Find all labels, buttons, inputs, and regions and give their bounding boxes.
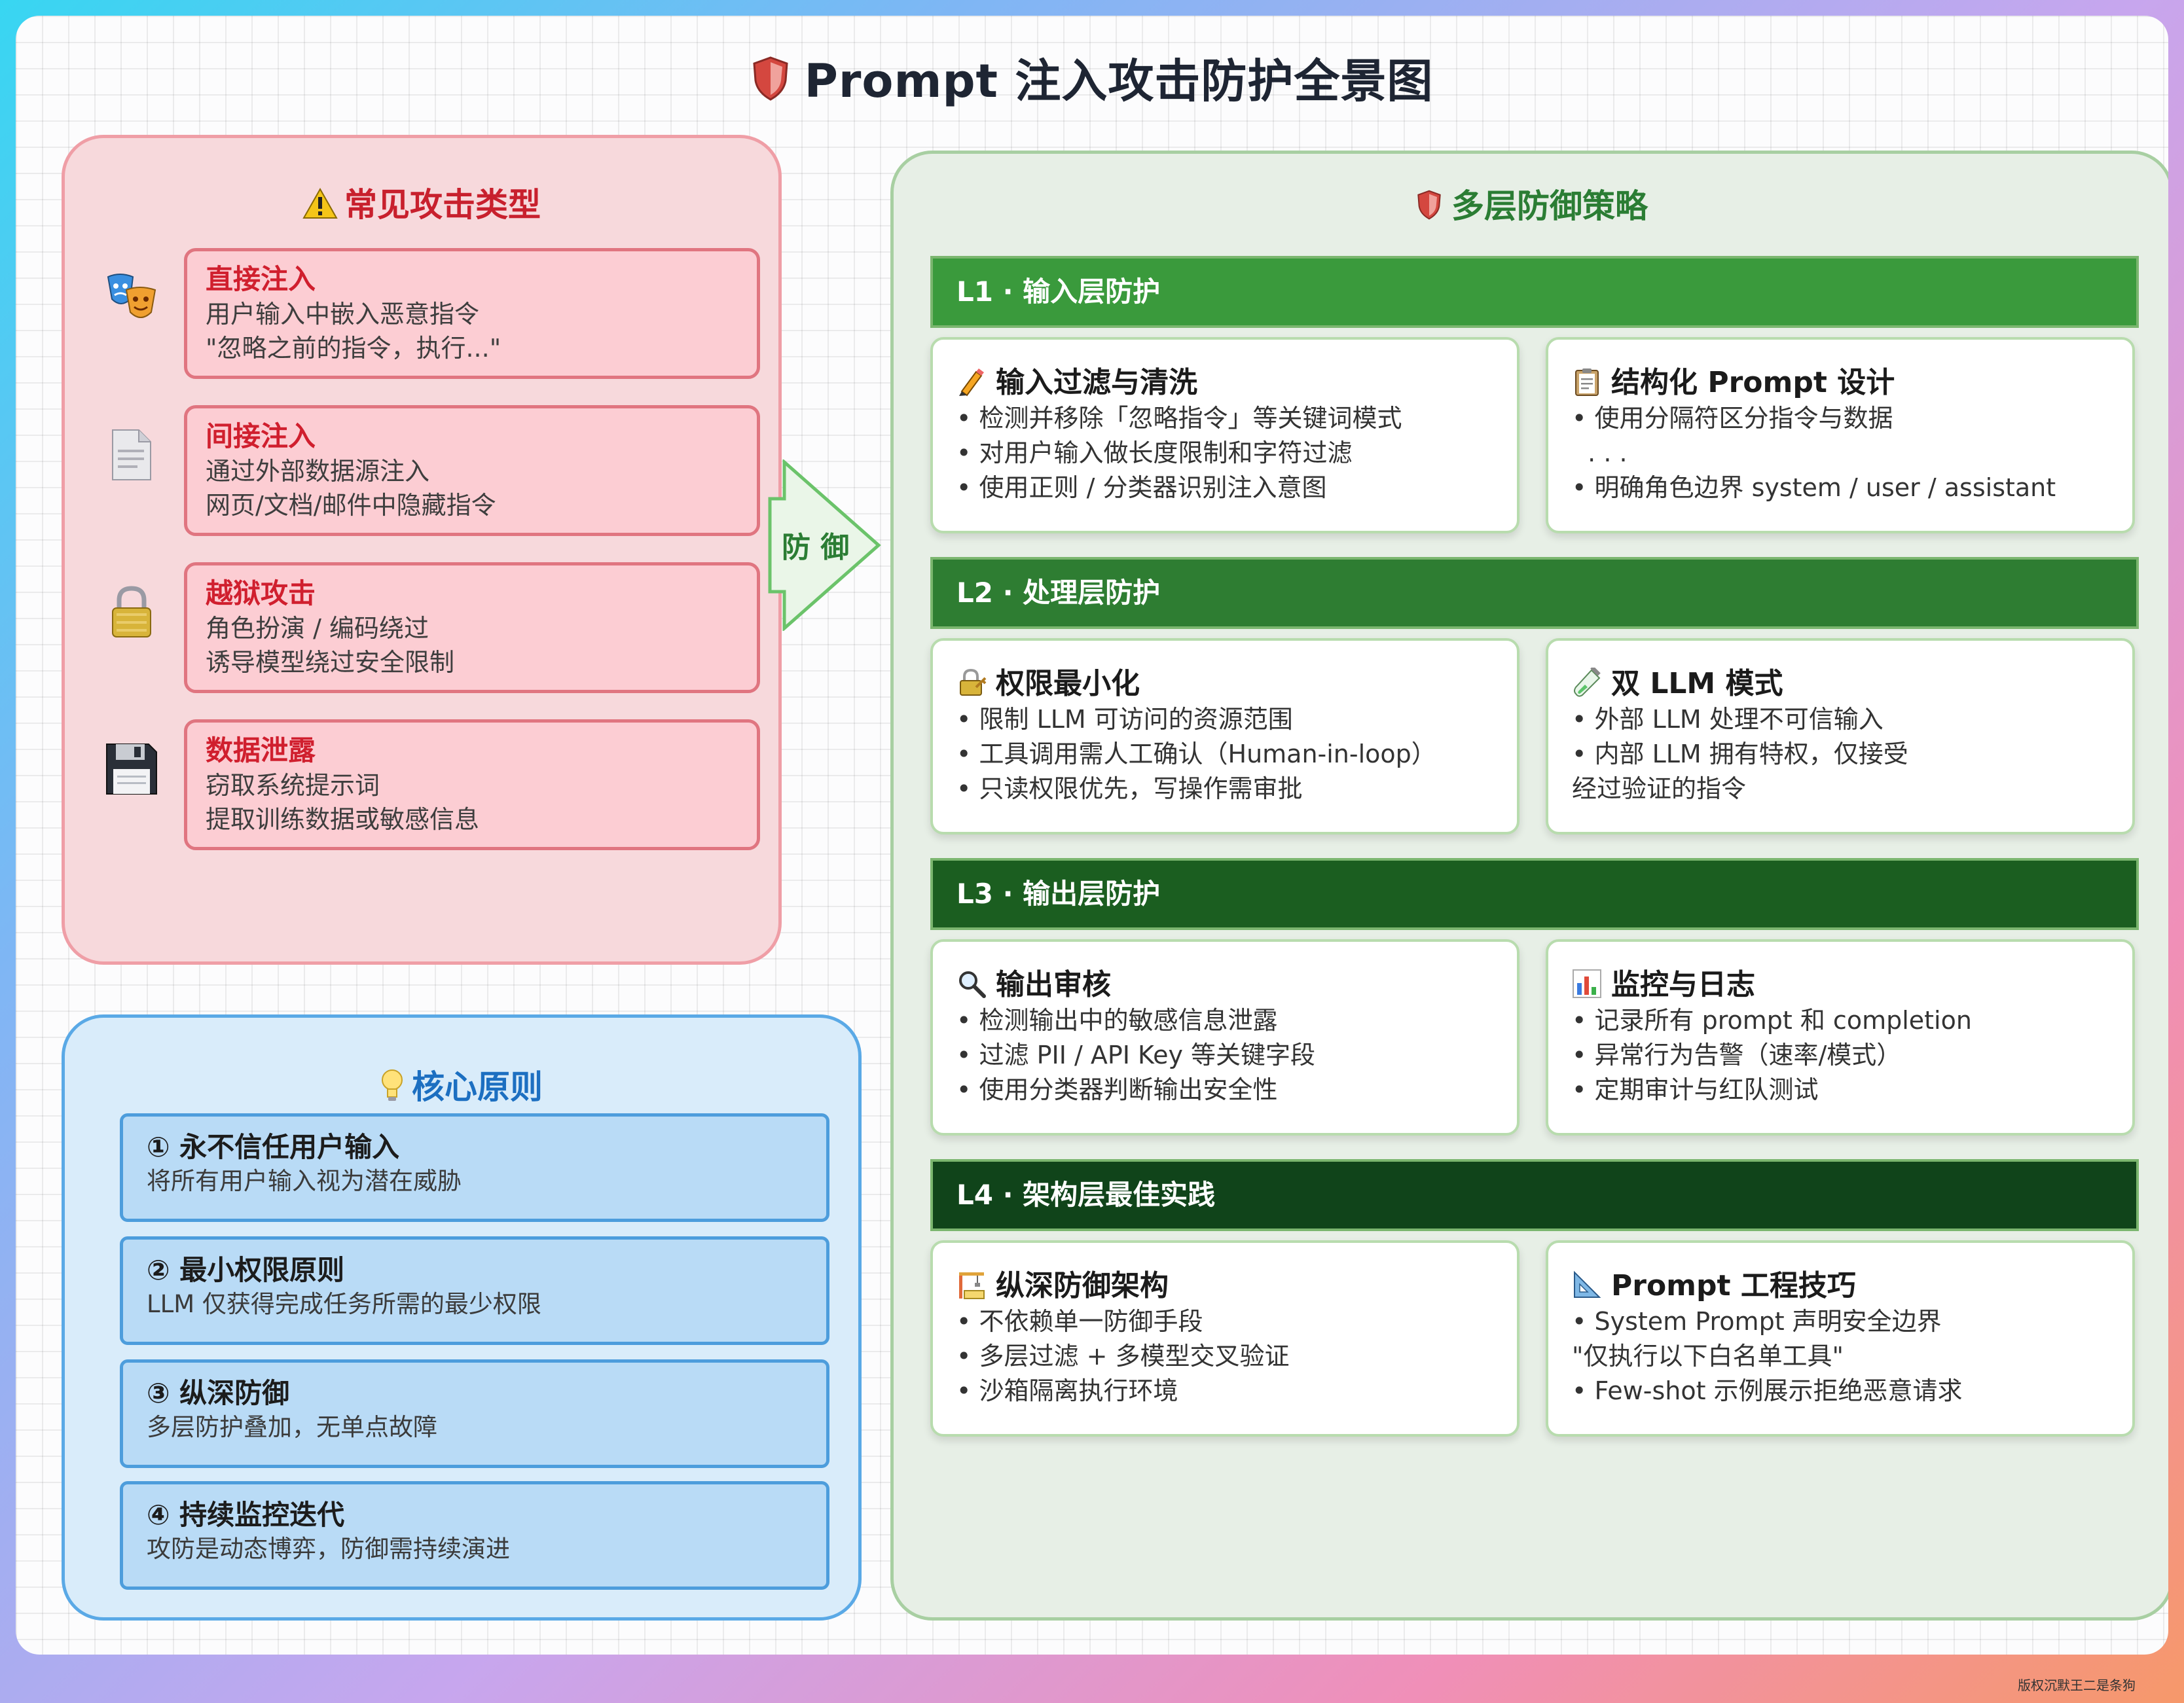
attack-card-data-leakage: 数据泄露 窃取系统提示词 提取训练数据或敏感信息 <box>184 719 760 850</box>
attack-types-title: 常见攻击类型 <box>65 179 778 227</box>
defense-card-title: Prompt 工程技巧 <box>1572 1268 2109 1304</box>
attack-title: 越狱攻击 <box>206 577 316 609</box>
clipboard-icon <box>1572 367 1602 397</box>
layer-header-l3: L3 · 输出层防护 <box>930 858 2139 930</box>
defense-card-title: 监控与日志 <box>1572 967 2109 1003</box>
core-principles-panel: 核心原则 ① 永不信任用户输入 将所有用户输入视为潜在威胁 ② 最小权限原则 L… <box>62 1014 862 1621</box>
principle-card-2: ② 最小权限原则 LLM 仅获得完成任务所需的最少权限 <box>120 1236 829 1345</box>
defense-card-prompt-engineering: Prompt 工程技巧 • System Prompt 声明安全边界 "仅执行以… <box>1546 1240 2135 1437</box>
principle-card-1: ① 永不信任用户输入 将所有用户输入视为潜在威胁 <box>120 1113 829 1222</box>
shield-icon <box>751 56 790 113</box>
defense-card-defense-in-depth: 纵深防御架构 • 不依赖单一防御手段 • 多层过滤 + 多模型交叉验证 • 沙箱… <box>930 1240 1520 1437</box>
attack-card-indirect-injection: 间接注入 通过外部数据源注入 网页/文档/邮件中隐藏指令 <box>184 405 760 536</box>
defense-card-title: 输入过滤与清洗 <box>956 365 1493 401</box>
attack-desc: 窃取系统提示词 <box>206 771 380 800</box>
warning-icon <box>302 187 338 227</box>
principle-title: ④ 持续监控迭代 <box>147 1499 345 1531</box>
pencil-icon <box>956 367 987 397</box>
construction-icon <box>956 1270 987 1300</box>
principle-title: ③ 纵深防御 <box>147 1377 290 1409</box>
page-title-text: Prompt 注入攻击防护全景图 <box>804 54 1434 108</box>
attack-desc: 网页/文档/邮件中隐藏指令 <box>206 491 496 520</box>
shield-icon <box>1416 189 1442 228</box>
attack-types-panel: 常见攻击类型 直接注入 用户输入中嵌入恶意指令 "忽略之前的指令，执行..." <box>62 135 782 965</box>
defense-strategy-title: 多层防御策略 <box>894 180 2168 228</box>
principle-card-4: ④ 持续监控迭代 攻防是动态博弈，防御需持续演进 <box>120 1481 829 1590</box>
principle-title: ① 永不信任用户输入 <box>147 1131 400 1163</box>
defense-card-least-privilege: 权限最小化 • 限制 LLM 可访问的资源范围 • 工具调用需人工确认（Huma… <box>930 638 1520 834</box>
attack-title: 直接注入 <box>206 263 316 295</box>
attack-title: 数据泄露 <box>206 734 316 766</box>
defense-arrow: 防 御 <box>767 458 883 632</box>
principle-desc: 多层防护叠加，无单点故障 <box>147 1413 437 1441</box>
padlock-icon <box>101 582 162 642</box>
defense-card-monitoring-logs: 监控与日志 • 记录所有 prompt 和 completion • 异常行为告… <box>1546 939 2135 1136</box>
attack-desc: 通过外部数据源注入 <box>206 457 430 486</box>
layer-header-l2: L2 · 处理层防护 <box>930 557 2139 629</box>
page-title: Prompt 注入攻击防护全景图 <box>16 45 2168 113</box>
defense-card-structured-prompt: 结构化 Prompt 设计 • 使用分隔符区分指令与数据 . . . • 明确角… <box>1546 337 2135 533</box>
attack-title: 间接注入 <box>206 420 316 452</box>
principle-title: ② 最小权限原则 <box>147 1254 345 1286</box>
document-icon <box>101 425 162 485</box>
defense-card-output-review: 输出审核 • 检测输出中的敏感信息泄露 • 过滤 PII / API Key 等… <box>930 939 1520 1136</box>
bar-chart-icon <box>1572 969 1602 999</box>
core-principles-title: 核心原则 <box>65 1061 858 1111</box>
principle-card-3: ③ 纵深防御 多层防护叠加，无单点故障 <box>120 1359 829 1468</box>
attack-desc: 用户输入中嵌入恶意指令 <box>206 300 480 329</box>
defense-card-title: 结构化 Prompt 设计 <box>1572 365 2109 401</box>
triangle-ruler-icon <box>1572 1270 1602 1300</box>
defense-card-title: 权限最小化 <box>956 666 1493 702</box>
lightbulb-icon <box>380 1068 404 1111</box>
defense-card-title: 纵深防御架构 <box>956 1268 1493 1304</box>
magnifier-icon <box>956 969 987 999</box>
theater-masks-icon <box>101 268 162 328</box>
attack-desc: "忽略之前的指令，执行..." <box>206 334 501 363</box>
defense-card-title: 双 LLM 模式 <box>1572 666 2109 702</box>
layer-header-l4: L4 · 架构层最佳实践 <box>930 1159 2139 1231</box>
attack-card-jailbreak: 越狱攻击 角色扮演 / 编码绕过 诱导模型绕过安全限制 <box>184 562 760 693</box>
attack-desc: 角色扮演 / 编码绕过 <box>206 614 429 643</box>
layer-header-l1: L1 · 输入层防护 <box>930 256 2139 328</box>
defense-card-title: 输出审核 <box>956 967 1493 1003</box>
canvas: Prompt 注入攻击防护全景图 常见攻击类型 直接注入 用户输入中嵌入恶意指令… <box>16 16 2168 1655</box>
watermark: 版权沉默王二是条狗 <box>2018 1677 2136 1693</box>
floppy-disk-icon <box>101 739 162 799</box>
lock-key-icon <box>956 668 987 698</box>
attack-card-direct-injection: 直接注入 用户输入中嵌入恶意指令 "忽略之前的指令，执行..." <box>184 248 760 379</box>
test-tube-icon <box>1572 666 1602 698</box>
principle-desc: 攻防是动态博弈，防御需持续演进 <box>147 1535 510 1563</box>
defense-arrow-label: 防 御 <box>782 531 850 564</box>
attack-desc: 诱导模型绕过安全限制 <box>206 648 455 677</box>
defense-card-dual-llm: 双 LLM 模式 • 外部 LLM 处理不可信输入 • 内部 LLM 拥有特权，… <box>1546 638 2135 834</box>
attack-desc: 提取训练数据或敏感信息 <box>206 805 480 834</box>
defense-strategy-panel: 多层防御策略 L1 · 输入层防护 输入过滤与清洗 • 检测并移除「忽略指令」等… <box>890 151 2168 1621</box>
principle-desc: LLM 仅获得完成任务所需的最少权限 <box>147 1290 541 1318</box>
defense-card-input-filter: 输入过滤与清洗 • 检测并移除「忽略指令」等关键词模式 • 对用户输入做长度限制… <box>930 337 1520 533</box>
principle-desc: 将所有用户输入视为潜在威胁 <box>147 1167 462 1195</box>
